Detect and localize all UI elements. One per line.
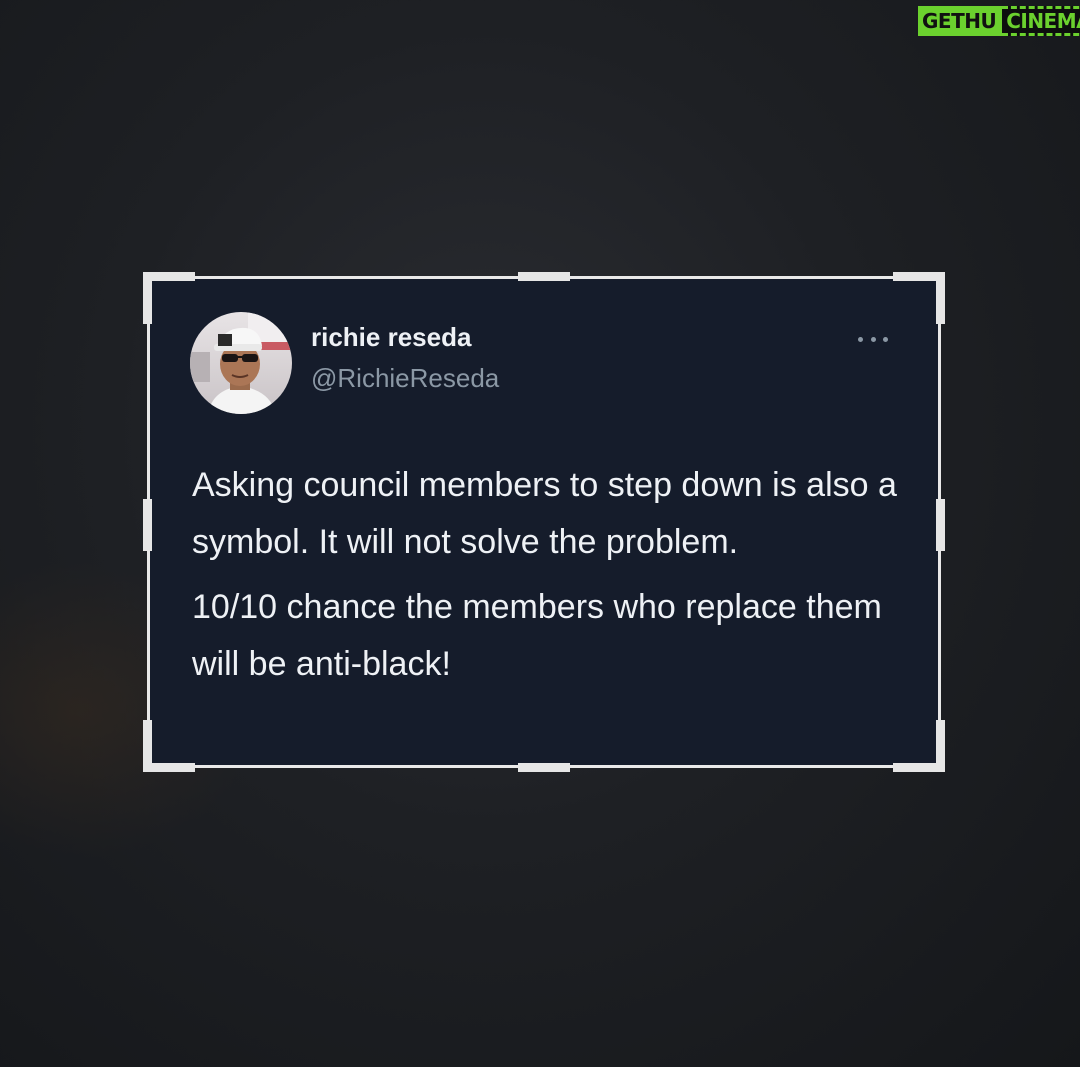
avatar[interactable] — [190, 312, 292, 414]
avatar-image — [190, 312, 292, 414]
resize-handle-top[interactable] — [518, 272, 570, 281]
watermark-part2: CINEMA — [1002, 6, 1080, 36]
tweet-card-frame[interactable]: richie reseda @RichieReseda Asking counc… — [143, 272, 945, 772]
author-handle[interactable]: @RichieReseda — [311, 363, 499, 393]
watermark-part1: GETHU — [918, 6, 1003, 36]
tweet-paragraph-1: Asking council members to step down is a… — [192, 466, 897, 561]
resize-handle-left[interactable] — [143, 499, 152, 551]
ellipsis-dot — [883, 336, 888, 342]
ellipsis-dot — [858, 336, 863, 342]
resize-handle-top-right-v[interactable] — [936, 272, 945, 324]
resize-handle-bottom-left-v[interactable] — [143, 720, 152, 772]
resize-handle-bottom-right-v[interactable] — [936, 720, 945, 772]
ellipsis-icon[interactable] — [858, 332, 888, 346]
watermark-logo: GETHU CINEMA — [918, 6, 1080, 36]
author-block: richie reseda @RichieReseda — [311, 322, 499, 393]
tweet-body: Asking council members to step down is a… — [192, 457, 912, 693]
resize-handle-right[interactable] — [936, 499, 945, 551]
tweet-paragraph-2: 10/10 chance the members who replace the… — [192, 588, 882, 683]
resize-handle-top-left-v[interactable] — [143, 272, 152, 324]
author-name[interactable]: richie reseda — [311, 322, 499, 352]
tweet: richie reseda @RichieReseda Asking counc… — [190, 312, 898, 735]
resize-handle-bottom[interactable] — [518, 763, 570, 772]
ellipsis-dot — [870, 336, 876, 342]
